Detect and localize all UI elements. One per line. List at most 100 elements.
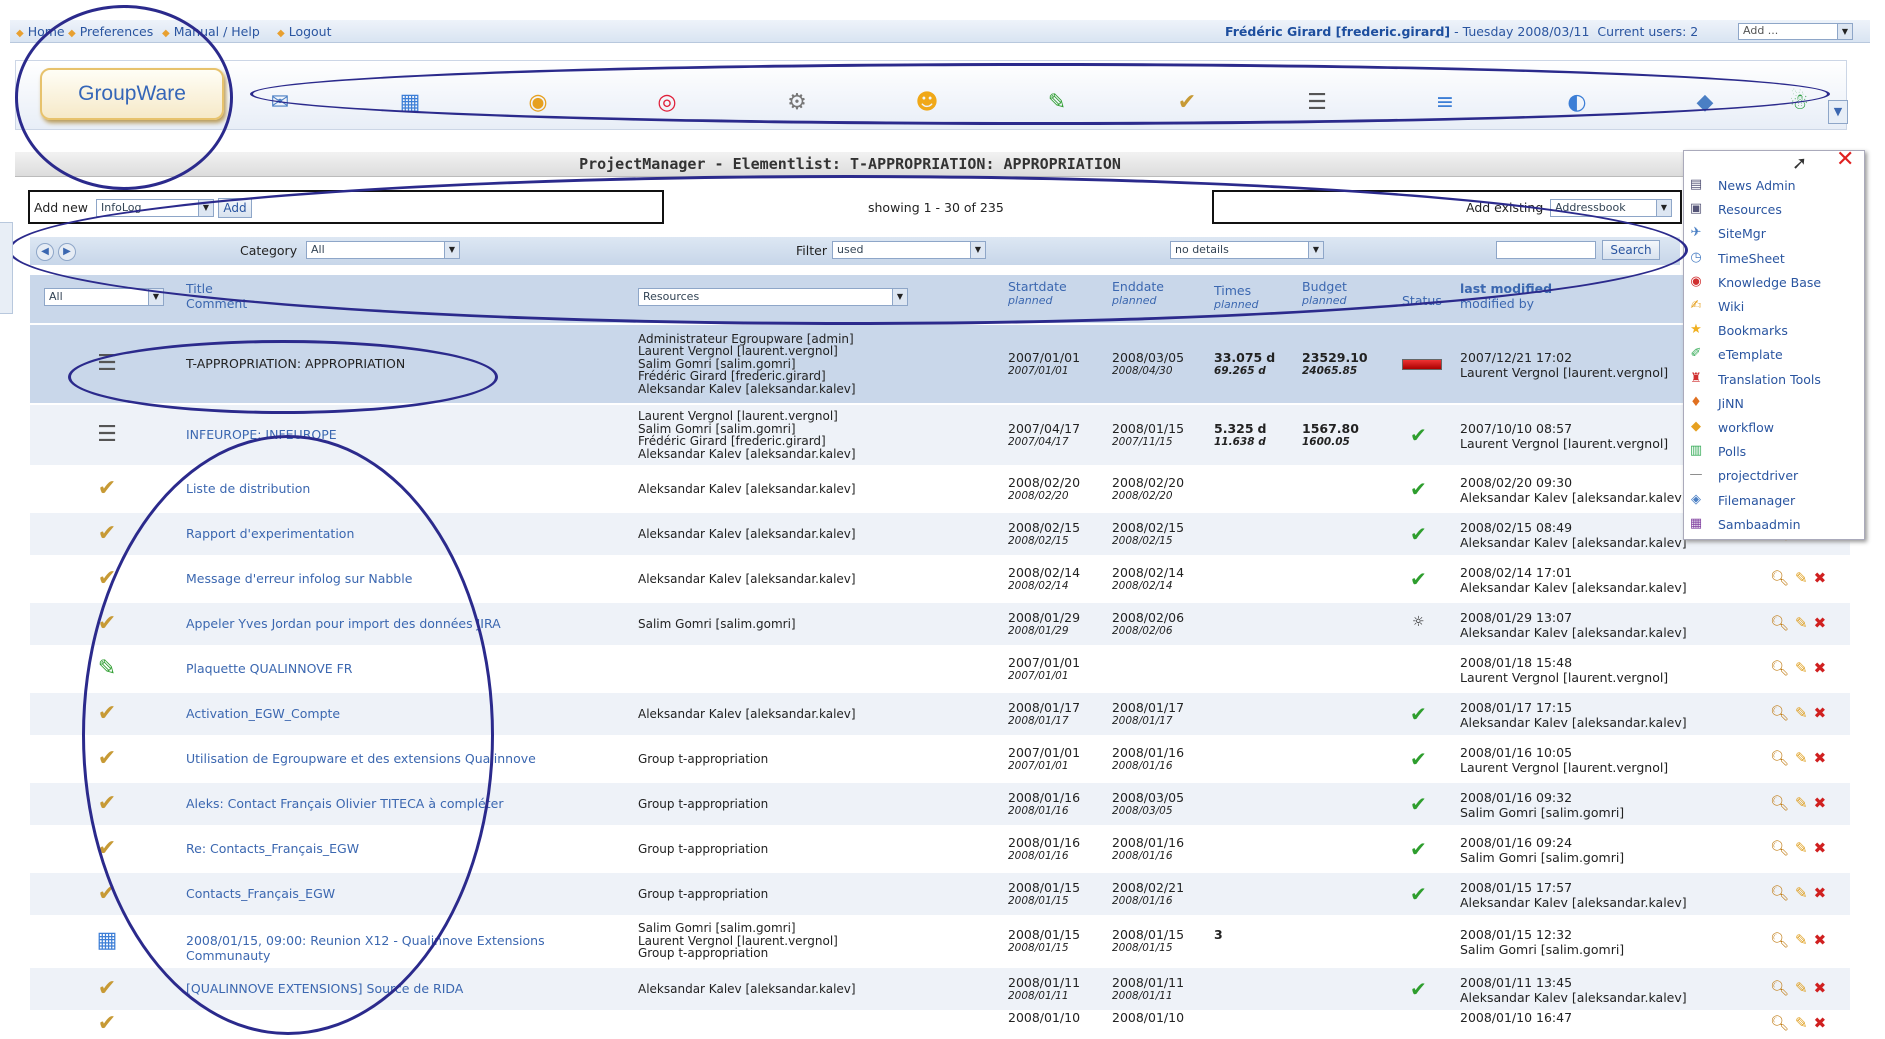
edit-icon[interactable]: ✎ — [1795, 704, 1808, 722]
row-enddate: 2008/02/15 2008/02/15 — [1112, 520, 1184, 547]
row-startdate-actual: 2007/01/01 — [1008, 350, 1081, 365]
edit-icon[interactable]: ✎ — [1795, 794, 1808, 812]
row-startdate-actual: 2007/01/01 — [1008, 745, 1081, 760]
delete-icon[interactable]: ✖ — [1814, 659, 1827, 677]
delete-icon[interactable]: ✖ — [1814, 794, 1827, 812]
modified-by: Aleksandar Kalev [aleksandar.kalev] — [1460, 895, 1687, 910]
status-done-icon: ✔ — [1410, 423, 1427, 447]
view-icon[interactable]: 🔍︎ — [1770, 614, 1789, 632]
infolog-icon[interactable]: ✔ — [92, 1009, 122, 1039]
view-icon[interactable]: 🔍︎ — [1770, 1014, 1789, 1032]
modified-by: Aleksandar Kalev [aleksandar.kalev] — [1460, 490, 1687, 505]
row-times-planned: 11.638 d — [1214, 436, 1266, 448]
dropdown-item-resources[interactable]: ▣ Resources — [1684, 199, 1862, 221]
projectmanager-icon[interactable]: ☰ — [92, 420, 122, 450]
modified-date: 2008/01/15 17:57 — [1460, 880, 1573, 895]
row-enddate-planned: 2008/01/16 — [1112, 760, 1173, 772]
dropdown-item-news-admin[interactable]: ▤ News Admin — [1684, 175, 1862, 197]
edit-icon[interactable]: ✎ — [1795, 749, 1808, 767]
dropdown-item-sitemgr[interactable]: ✈ SiteMgr — [1684, 223, 1862, 245]
edit-icon[interactable]: ✎ — [1795, 659, 1808, 677]
edit-icon[interactable]: ✎ — [1795, 884, 1808, 902]
modified-by: Aleksandar Kalev [aleksandar.kalev] — [1460, 625, 1687, 640]
scroll-apps-button[interactable]: ▼ — [1828, 100, 1848, 124]
edit-icon[interactable]: ✎ — [1795, 614, 1808, 632]
infolog-icon[interactable]: ✔ — [92, 474, 122, 504]
dropdown-item-knowledge-base[interactable]: ◉ Knowledge Base — [1684, 272, 1862, 294]
dropdown-item-polls[interactable]: ▥ Polls — [1684, 441, 1862, 463]
resource-entry: Laurent Vergnol [laurent.vergnol] — [638, 409, 838, 423]
infolog-icon[interactable]: ✔ — [92, 974, 122, 1004]
row-startdate-planned: 2007/01/01 — [1008, 670, 1069, 682]
delete-icon[interactable]: ✖ — [1814, 839, 1827, 857]
delete-icon[interactable]: ✖ — [1814, 569, 1827, 587]
view-icon[interactable]: 🔍︎ — [1770, 979, 1789, 997]
modified-date: 2007/12/21 17:02 — [1460, 350, 1573, 365]
view-icon[interactable]: 🔍︎ — [1770, 839, 1789, 857]
row-budget-actual: 1567.80 — [1302, 421, 1359, 436]
row-enddate: 2008/02/21 2008/01/16 — [1112, 880, 1184, 907]
dropdown-item-wiki[interactable]: ✍ Wiki — [1684, 296, 1862, 318]
modified-date: 2008/01/16 09:24 — [1460, 835, 1573, 850]
delete-icon[interactable]: ✖ — [1814, 931, 1827, 949]
app-icon: ▤ — [1689, 177, 1703, 192]
view-icon[interactable]: 🔍︎ — [1770, 569, 1789, 587]
edit-icon[interactable]: ✎ — [1795, 1014, 1808, 1032]
edit-icon[interactable]: ✎ — [1795, 569, 1808, 587]
dropdown-item-workflow[interactable]: ◆ workflow — [1684, 417, 1862, 439]
resource-entry: Aleksandar Kalev [aleksandar.kalev] — [638, 981, 856, 996]
delete-icon[interactable]: ✖ — [1814, 614, 1827, 632]
close-icon[interactable]: ✕ — [1836, 147, 1854, 172]
nav-logout-link[interactable]: ◆ Logout — [277, 24, 332, 39]
view-icon[interactable]: 🔍︎ — [1770, 704, 1789, 722]
dropdown-item-bookmarks[interactable]: ★ Bookmarks — [1684, 320, 1862, 342]
row-enddate: 2008/03/05 2008/03/05 — [1112, 790, 1184, 817]
delete-icon[interactable]: ✖ — [1814, 704, 1827, 722]
modified-by: Aleksandar Kalev [aleksandar.kalev] — [1460, 715, 1687, 730]
resource-entry: Aleksandar Kalev [aleksandar.kalev] — [638, 526, 856, 541]
dropdown-item-projectdriver[interactable]: — projectdriver — [1684, 465, 1862, 487]
row-budget-planned: 24065.85 — [1302, 365, 1358, 377]
modified-date: 2008/01/10 16:47 — [1460, 1009, 1573, 1025]
type-filter-value: All — [49, 290, 63, 303]
dropdown-item-translation-tools[interactable]: ♜ Translation Tools — [1684, 369, 1862, 391]
add-select[interactable]: Add ... ▼ — [1738, 23, 1853, 40]
delete-icon[interactable]: ✖ — [1814, 884, 1827, 902]
dropdown-item-jinn[interactable]: ♦ JiNN — [1684, 393, 1862, 415]
current-date: - Tuesday 2008/03/11 — [1450, 24, 1590, 39]
edit-icon[interactable]: ✎ — [1795, 931, 1808, 949]
row-enddate-actual: 2008/02/06 — [1112, 610, 1185, 625]
dropdown-item-sambaadmin[interactable]: ▦ Sambaadmin — [1684, 514, 1862, 536]
view-icon[interactable]: 🔍︎ — [1770, 884, 1789, 902]
dropdown-item-timesheet[interactable]: ◷ TimeSheet — [1684, 248, 1862, 270]
side-tab[interactable] — [0, 222, 13, 314]
app-icon: ♦ — [1690, 394, 1702, 410]
calendar-icon[interactable]: ▦ — [92, 926, 122, 956]
dropdown-item-label: Bookmarks — [1718, 323, 1788, 339]
delete-icon[interactable]: ✖ — [1814, 979, 1827, 997]
row-budget-planned: 1600.05 — [1302, 436, 1350, 448]
row-enddate: 2008/03/05 2008/04/30 — [1112, 350, 1184, 377]
row-startdate: 2007/01/01 2007/01/01 — [1008, 655, 1080, 682]
delete-icon[interactable]: ✖ — [1814, 749, 1827, 767]
status-progress-bar — [1402, 359, 1442, 370]
view-icon[interactable]: 🔍︎ — [1770, 931, 1789, 949]
annotation-circle-logo — [15, 5, 233, 190]
delete-icon[interactable]: ✖ — [1814, 1014, 1827, 1032]
view-icon[interactable]: 🔍︎ — [1770, 659, 1789, 677]
edit-icon[interactable]: ✎ — [1795, 839, 1808, 857]
bullet-icon: ◆ — [16, 28, 24, 39]
view-icon[interactable]: 🔍︎ — [1770, 794, 1789, 812]
modified-by: Aleksandar Kalev [aleksandar.kalev] — [1460, 990, 1687, 1005]
row-actions: 🔍︎ ✎ ✖ — [1770, 931, 1832, 949]
row-enddate: 2008/01/15 2008/01/15 — [1112, 927, 1184, 954]
dropdown-item-label: Knowledge Base — [1718, 274, 1822, 290]
dropdown-item-filemanager[interactable]: ◈ Filemanager — [1684, 490, 1862, 512]
infolog-icon[interactable]: ✔ — [92, 519, 122, 549]
edit-icon[interactable]: ✎ — [1795, 979, 1808, 997]
row-enddate-planned: 2008/02/15 — [1112, 535, 1173, 547]
row-startdate-planned: 2008/02/20 — [1008, 490, 1069, 502]
dropdown-item-etemplate[interactable]: ✐ eTemplate — [1684, 344, 1862, 366]
modified-by: Salim Gomri [salim.gomri] — [1460, 850, 1625, 865]
view-icon[interactable]: 🔍︎ — [1770, 749, 1789, 767]
